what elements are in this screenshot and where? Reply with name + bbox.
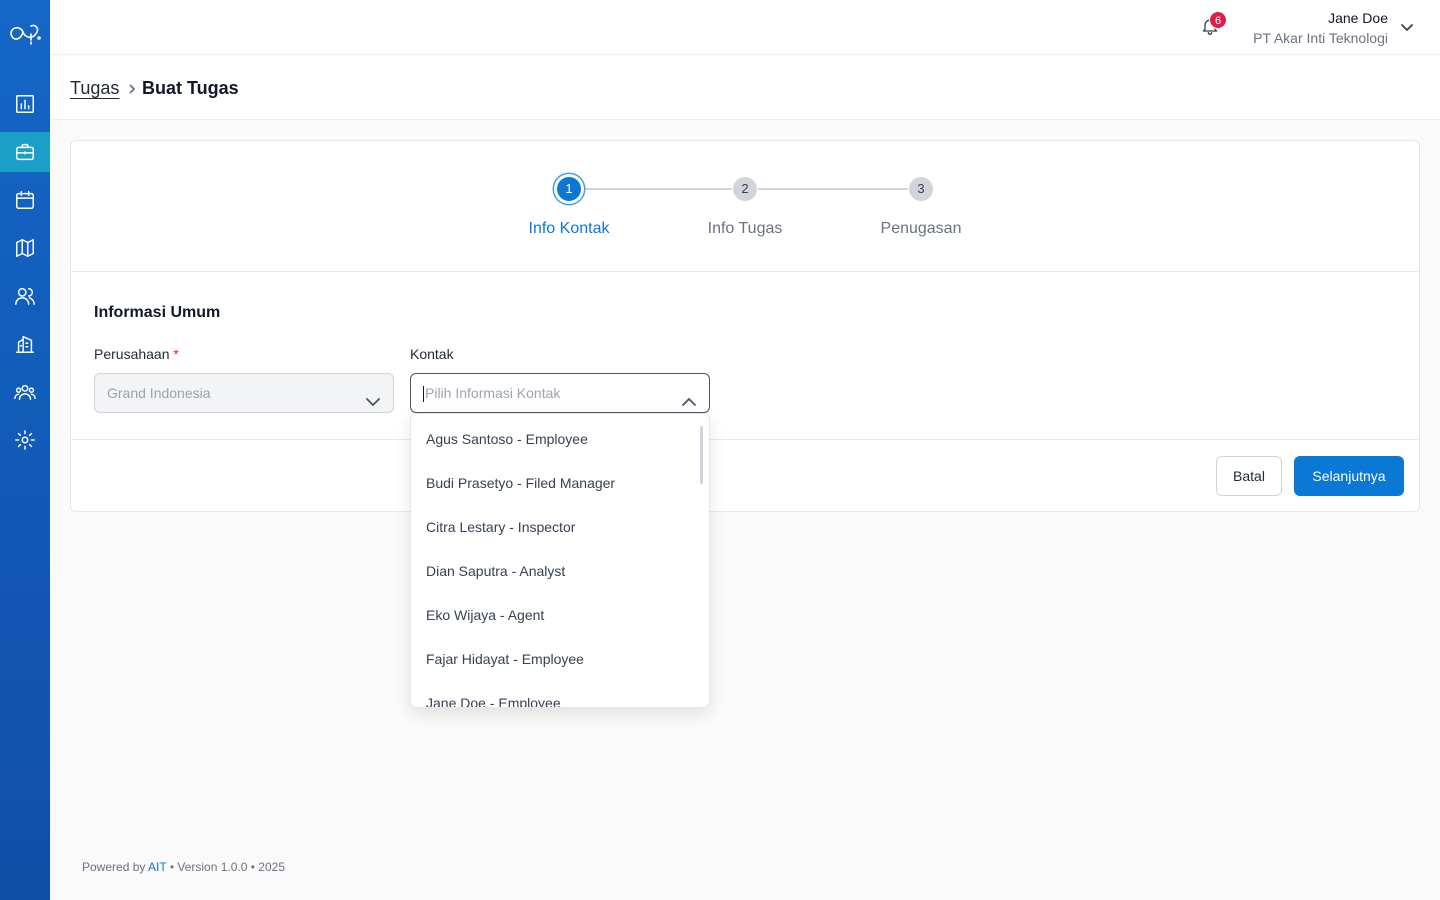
chevron-down-icon (365, 386, 381, 406)
contact-option[interactable]: Citra Lestary - Inspector (411, 505, 701, 549)
required-mark: * (173, 346, 179, 362)
dashboard-chart-icon (16, 95, 34, 113)
notification-badge: 6 (1209, 11, 1227, 29)
chevron-up-icon (681, 386, 697, 406)
contact-option[interactable]: Agus Santoso - Employee (411, 417, 701, 461)
breadcrumb-link-tasks[interactable]: Tugas (70, 78, 119, 99)
logo-icon[interactable] (7, 18, 43, 50)
user-company[interactable]: PT Akar Inti Teknologi (1253, 30, 1388, 46)
company-label-text: Perusahaan (94, 346, 170, 362)
step-3-indicator[interactable]: 3 (909, 177, 933, 201)
building-icon (16, 335, 34, 353)
step-1-label[interactable]: Info Kontak (499, 220, 639, 238)
card-footer-divider (71, 439, 1419, 440)
contact-option[interactable]: Dian Saputra - Analyst (411, 549, 701, 593)
cancel-button[interactable]: Batal (1216, 456, 1282, 496)
sidebar-item-team[interactable] (0, 372, 50, 412)
contact-select-placeholder: Pilih Informasi Kontak (425, 385, 561, 401)
sidebar-item-dashboard[interactable] (0, 84, 50, 124)
section-title: Informasi Umum (94, 304, 221, 321)
breadcrumb: Tugas Buat Tugas (50, 56, 1440, 120)
step-1-indicator[interactable]: 1 (557, 177, 581, 201)
powered-by: Powered by AIT • Version 1.0.0 • 2025 (82, 860, 285, 874)
sidebar-item-tasks[interactable] (0, 132, 50, 172)
powered-suffix: • Version 1.0.0 • 2025 (169, 860, 285, 874)
next-button[interactable]: Selanjutnya (1294, 456, 1404, 496)
text-caret (423, 386, 424, 403)
powered-brand-link[interactable]: AIT (148, 860, 166, 874)
create-task-card: 1 2 3 Info Kontak Info Tugas Penugasan I… (70, 140, 1420, 512)
contact-option[interactable]: Fajar Hidayat - Employee (411, 637, 701, 681)
sidebar-item-buildings[interactable] (0, 324, 50, 364)
settings-icon (15, 430, 35, 450)
user-name[interactable]: Jane Doe (1328, 10, 1388, 26)
page-title: Buat Tugas (142, 78, 239, 98)
contact-option[interactable]: Budi Prasetyo - Filed Manager (411, 461, 701, 505)
contact-select[interactable]: Pilih Informasi Kontak (410, 373, 710, 413)
company-select-value: Grand Indonesia (107, 385, 211, 401)
step-2-indicator[interactable]: 2 (733, 177, 757, 201)
contact-dropdown: Agus Santoso - Employee Budi Prasetyo - … (410, 413, 710, 708)
user-menu-toggle[interactable] (1400, 20, 1414, 34)
calendar-icon (16, 191, 34, 209)
step-3-label[interactable]: Penugasan (851, 220, 991, 238)
company-select[interactable]: Grand Indonesia (94, 373, 394, 413)
sidebar-item-map[interactable] (0, 228, 50, 268)
chevron-right-icon (126, 82, 138, 94)
contact-option[interactable]: Jane Doe - Employee (411, 681, 701, 707)
stepper: 1 2 3 Info Kontak Info Tugas Penugasan (71, 141, 1419, 272)
map-icon (16, 239, 34, 257)
step-connector (582, 188, 732, 190)
step-connector (758, 188, 908, 190)
company-label: Perusahaan * (94, 346, 179, 362)
chevron-down-icon (1401, 24, 1413, 31)
sidebar-item-calendar[interactable] (0, 180, 50, 220)
team-icon (14, 384, 36, 401)
contact-option[interactable]: Eko Wijaya - Agent (411, 593, 701, 637)
sidebar (0, 0, 50, 900)
top-bar: 6 Jane Doe PT Akar Inti Teknologi (50, 0, 1440, 55)
sidebar-item-users[interactable] (0, 276, 50, 316)
powered-prefix: Powered by (82, 860, 146, 874)
sidebar-item-settings[interactable] (0, 420, 50, 460)
briefcase-icon (16, 143, 34, 161)
dropdown-scrollbar[interactable] (700, 426, 703, 484)
users-icon (15, 287, 35, 305)
step-2-label[interactable]: Info Tugas (675, 220, 815, 238)
contact-label: Kontak (410, 346, 454, 362)
